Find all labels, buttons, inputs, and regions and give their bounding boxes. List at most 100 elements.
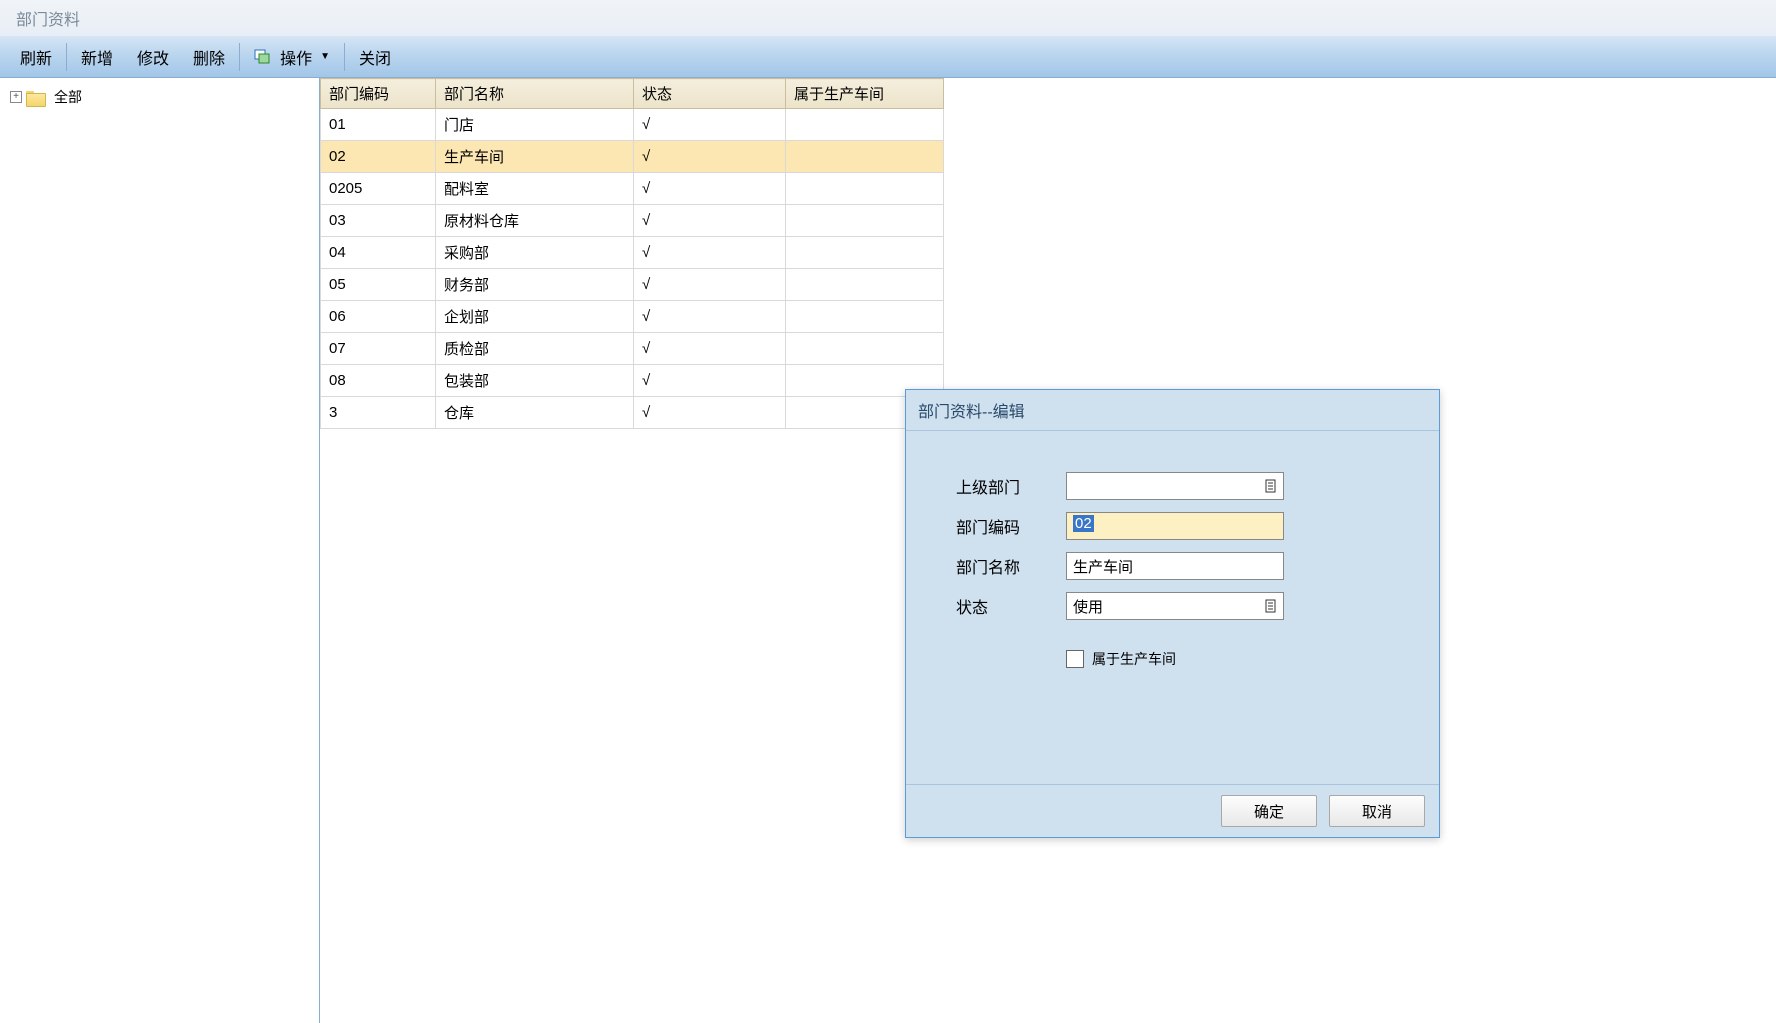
operate-icon	[254, 49, 272, 65]
cell-code: 0205	[321, 173, 436, 205]
dialog-body: 上级部门 部门编码 02 部门名称 状态 使用	[906, 431, 1439, 784]
toolbar-separator	[239, 43, 240, 71]
lookup-icon[interactable]	[1262, 475, 1280, 497]
form-row-name: 部门名称	[956, 551, 1419, 581]
col-header-code[interactable]: 部门编码	[321, 79, 436, 109]
name-input[interactable]	[1066, 552, 1284, 580]
tree-root-node[interactable]: + 全部	[10, 84, 309, 110]
dialog-title: 部门资料--编辑	[906, 390, 1439, 431]
tree-panel: + 全部	[0, 78, 320, 1023]
delete-button[interactable]: 删除	[181, 39, 237, 75]
grid-panel: 部门编码 部门名称 状态 属于生产车间 01门店√02生产车间√0205配料室√…	[320, 78, 944, 1023]
cell-name: 质检部	[436, 333, 634, 365]
col-header-name[interactable]: 部门名称	[436, 79, 634, 109]
cell-status: √	[634, 301, 786, 333]
label-name: 部门名称	[956, 554, 1066, 578]
tree-root-label: 全部	[48, 87, 88, 107]
cell-status: √	[634, 365, 786, 397]
cell-status: √	[634, 333, 786, 365]
window-title: 部门资料	[16, 12, 80, 29]
workshop-checkbox[interactable]	[1066, 650, 1084, 668]
cell-name: 原材料仓库	[436, 205, 634, 237]
cancel-button[interactable]: 取消	[1329, 795, 1425, 827]
cell-workshop	[786, 109, 944, 141]
cell-name: 财务部	[436, 269, 634, 301]
main-area: + 全部 部门编码 部门名称 状态 属于生产车间 01门店√02生产车间√020…	[0, 78, 1776, 1023]
cell-status: √	[634, 237, 786, 269]
cell-status: √	[634, 205, 786, 237]
status-value: 使用	[1067, 594, 1262, 619]
window-title-bar: 部门资料	[0, 0, 1776, 36]
table-row[interactable]: 04采购部√	[321, 237, 944, 269]
cell-name: 生产车间	[436, 141, 634, 173]
table-row[interactable]: 07质检部√	[321, 333, 944, 365]
cell-name: 仓库	[436, 397, 634, 429]
table-row[interactable]: 03原材料仓库√	[321, 205, 944, 237]
form-row-workshop: 属于生产车间	[1066, 649, 1419, 669]
cell-name: 企划部	[436, 301, 634, 333]
cell-workshop	[786, 141, 944, 173]
table-row[interactable]: 3仓库√	[321, 397, 944, 429]
table-row[interactable]: 08包装部√	[321, 365, 944, 397]
label-status: 状态	[956, 594, 1066, 618]
form-row-status: 状态 使用	[956, 591, 1419, 621]
cell-status: √	[634, 397, 786, 429]
table-row[interactable]: 06企划部√	[321, 301, 944, 333]
cell-status: √	[634, 173, 786, 205]
cell-status: √	[634, 141, 786, 173]
cell-workshop	[786, 333, 944, 365]
code-value: 02	[1073, 515, 1094, 532]
parent-lookup[interactable]	[1066, 472, 1284, 500]
lookup-icon[interactable]	[1262, 595, 1280, 617]
cell-code: 3	[321, 397, 436, 429]
ok-button[interactable]: 确定	[1221, 795, 1317, 827]
cell-name: 包装部	[436, 365, 634, 397]
table-row[interactable]: 05财务部√	[321, 269, 944, 301]
cell-workshop	[786, 301, 944, 333]
table-row[interactable]: 0205配料室√	[321, 173, 944, 205]
edit-dialog: 部门资料--编辑 上级部门 部门编码 02 部门名称 状态 使用	[905, 389, 1440, 838]
cell-workshop	[786, 173, 944, 205]
toolbar-separator	[344, 43, 345, 71]
col-header-status[interactable]: 状态	[634, 79, 786, 109]
col-header-workshop[interactable]: 属于生产车间	[786, 79, 944, 109]
form-row-parent: 上级部门	[956, 471, 1419, 501]
label-code: 部门编码	[956, 514, 1066, 538]
status-select[interactable]: 使用	[1066, 592, 1284, 620]
cell-code: 07	[321, 333, 436, 365]
cell-workshop	[786, 205, 944, 237]
cell-code: 01	[321, 109, 436, 141]
edit-button[interactable]: 修改	[125, 39, 181, 75]
cell-workshop	[786, 269, 944, 301]
operate-button[interactable]: 操作 ▼	[242, 39, 342, 75]
cell-status: √	[634, 109, 786, 141]
close-button[interactable]: 关闭	[347, 39, 403, 75]
cell-workshop	[786, 237, 944, 269]
parent-value	[1067, 484, 1262, 488]
cell-code: 03	[321, 205, 436, 237]
cell-name: 采购部	[436, 237, 634, 269]
table-row[interactable]: 01门店√	[321, 109, 944, 141]
dropdown-arrow-icon: ▼	[320, 51, 330, 62]
cell-name: 配料室	[436, 173, 634, 205]
refresh-button[interactable]: 刷新	[8, 39, 64, 75]
add-button[interactable]: 新增	[69, 39, 125, 75]
dialog-footer: 确定 取消	[906, 784, 1439, 837]
table-row[interactable]: 02生产车间√	[321, 141, 944, 173]
cell-code: 02	[321, 141, 436, 173]
form-row-code: 部门编码 02	[956, 511, 1419, 541]
cell-code: 08	[321, 365, 436, 397]
cell-code: 06	[321, 301, 436, 333]
tree-expand-icon[interactable]: +	[10, 91, 22, 103]
code-input[interactable]: 02	[1066, 512, 1284, 540]
cell-code: 04	[321, 237, 436, 269]
label-parent: 上级部门	[956, 474, 1066, 498]
label-workshop: 属于生产车间	[1092, 649, 1176, 669]
toolbar: 刷新 新增 修改 删除 操作 ▼ 关闭	[0, 36, 1776, 78]
cell-status: √	[634, 269, 786, 301]
toolbar-separator	[66, 43, 67, 71]
cell-code: 05	[321, 269, 436, 301]
department-grid: 部门编码 部门名称 状态 属于生产车间 01门店√02生产车间√0205配料室√…	[320, 78, 944, 429]
cell-name: 门店	[436, 109, 634, 141]
folder-icon	[26, 89, 44, 105]
